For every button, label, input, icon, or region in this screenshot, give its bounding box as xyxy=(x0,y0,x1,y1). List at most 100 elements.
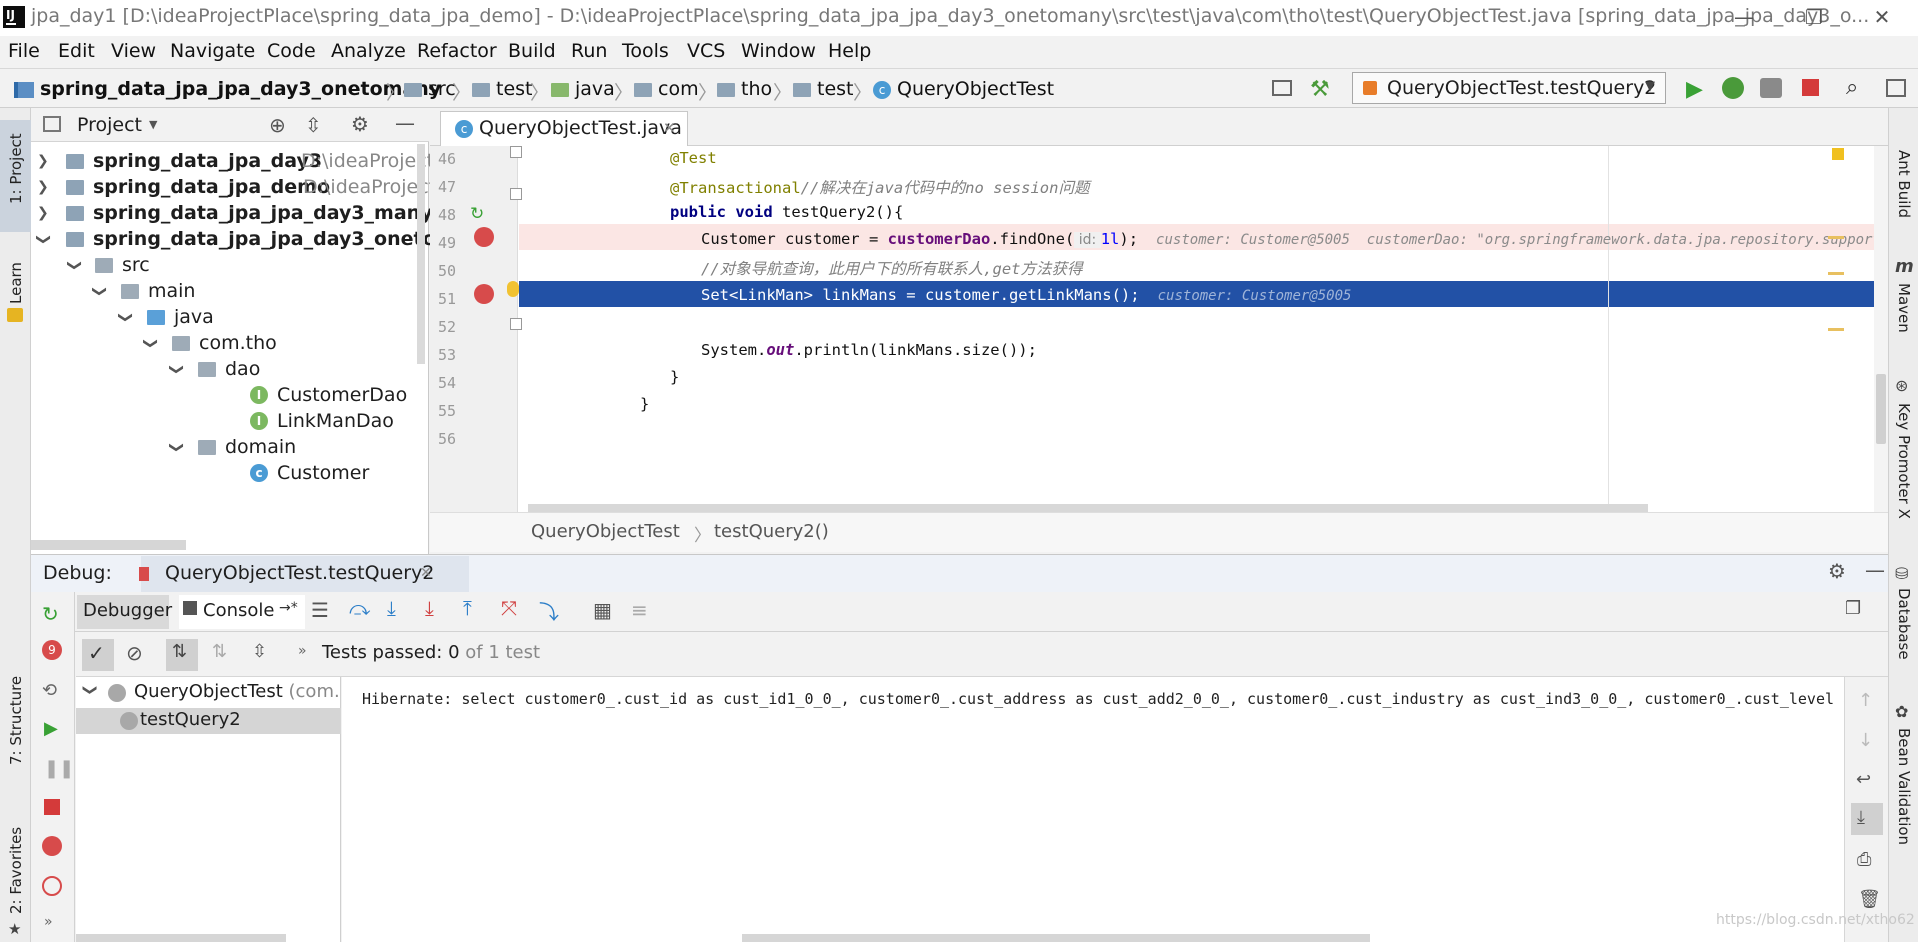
step-into-icon[interactable]: ⤓ xyxy=(387,596,396,620)
vertical-scrollbar[interactable] xyxy=(417,144,425,364)
crumb-tho[interactable]: tho xyxy=(717,78,772,100)
fold-icon[interactable] xyxy=(510,318,522,330)
crumb-class[interactable]: c QueryObjectTest xyxy=(873,78,1054,100)
crumb-com[interactable]: com xyxy=(634,78,699,100)
drop-frame-icon[interactable]: ⤧ xyxy=(501,596,517,620)
restore-button[interactable]: ❐ xyxy=(1784,2,1844,32)
error-stripe-marker[interactable] xyxy=(1828,272,1844,275)
toggle-auto-test-icon[interactable]: ⟲ xyxy=(42,680,57,701)
tab-bean-validation[interactable]: Bean Validation xyxy=(1895,728,1913,845)
trash-icon[interactable]: 🗑 xyxy=(1858,889,1881,910)
coverage-icon[interactable] xyxy=(1760,78,1782,98)
tab-maven[interactable]: Maven xyxy=(1895,283,1913,333)
vertical-scrollbar-thumb[interactable] xyxy=(1876,374,1886,444)
view-breakpoints-icon[interactable] xyxy=(42,836,62,856)
tab-queryobjecttest[interactable]: c QueryObjectTest.java ✕ xyxy=(440,111,688,146)
test-tree-item-testquery2[interactable]: testQuery2 xyxy=(76,708,341,734)
test-tree-root[interactable]: ❯ QueryObjectTest (com. xyxy=(76,680,341,706)
rerun-icon[interactable]: ↻ xyxy=(42,602,59,626)
fold-icon[interactable] xyxy=(510,188,522,200)
tab-structure[interactable]: 7: Structure xyxy=(7,676,25,765)
more-icon[interactable]: » xyxy=(44,914,53,930)
scroll-to-end-icon[interactable]: ⤓ xyxy=(1857,807,1865,828)
project-panel-title[interactable]: Project xyxy=(77,114,142,136)
locate-icon[interactable]: ⊕ xyxy=(269,113,286,137)
code-editor[interactable]: 46 47 48 49 50 51 52 53 54 55 56 ↻ @Test… xyxy=(430,146,1918,512)
rerun-failed-icon[interactable]: 9 xyxy=(42,640,62,660)
tab-console[interactable]: Console xyxy=(203,600,274,621)
show-passed-icon[interactable]: ✓ xyxy=(88,641,105,665)
hide-icon[interactable]: — xyxy=(395,111,415,135)
menu-view[interactable]: View xyxy=(111,40,156,62)
tab-debugger[interactable]: Debugger xyxy=(83,600,172,621)
crumb-java[interactable]: java xyxy=(551,78,615,100)
breadcrumb-method[interactable]: testQuery2() xyxy=(714,521,829,542)
fold-icon[interactable] xyxy=(510,146,522,158)
menu-file[interactable]: File xyxy=(8,40,40,62)
overflow-icon[interactable]: » xyxy=(298,643,307,659)
crumb-module[interactable]: spring_data_jpa_jpa_day3_onetomany xyxy=(14,78,441,100)
show-ignored-icon[interactable]: ⊘ xyxy=(126,641,143,665)
tab-key-promoter[interactable]: Key Promoter X xyxy=(1895,403,1913,519)
error-stripe-marker[interactable] xyxy=(1828,236,1844,239)
tab-learn[interactable]: Learn xyxy=(7,262,25,304)
evaluate-expression-icon[interactable]: ▦ xyxy=(593,598,612,622)
debug-icon[interactable] xyxy=(1722,77,1744,99)
collapse-all-icon[interactable]: ⇳ xyxy=(305,113,322,137)
restore-layout-icon[interactable]: ❐ xyxy=(1845,598,1861,619)
menu-analyze[interactable]: Analyze xyxy=(331,40,406,62)
stop-icon[interactable] xyxy=(1802,79,1819,96)
run-gutter-icon[interactable]: ↻ xyxy=(470,204,484,224)
print-icon[interactable]: ⎙ xyxy=(1857,849,1871,870)
menu-code[interactable]: Code xyxy=(267,40,316,62)
up-arrow-icon[interactable]: ↑ xyxy=(1858,690,1873,711)
menu-edit[interactable]: Edit xyxy=(58,40,95,62)
menu-navigate[interactable]: Navigate xyxy=(170,40,255,62)
mute-breakpoints-icon[interactable] xyxy=(42,876,62,896)
breakpoint-icon[interactable] xyxy=(474,227,494,247)
close-button[interactable]: ✕ xyxy=(1852,2,1912,32)
down-arrow-icon[interactable]: ↓ xyxy=(1858,730,1873,751)
console-output[interactable]: Hibernate: select customer0_.cust_id as … xyxy=(342,677,1852,942)
crumb-test[interactable]: test xyxy=(472,78,533,100)
error-stripe-marker[interactable] xyxy=(1828,328,1844,331)
sort-duration-icon[interactable]: ⇅ xyxy=(212,641,227,662)
chevron-down-icon[interactable]: ▼ xyxy=(149,118,157,131)
warning-marker[interactable] xyxy=(1832,148,1844,160)
soft-wrap-icon[interactable]: ↩ xyxy=(1856,769,1871,790)
horizontal-scrollbar[interactable] xyxy=(76,934,286,942)
tab-database[interactable]: Database xyxy=(1895,588,1913,660)
build-hammer-icon[interactable]: ⚒ xyxy=(1310,77,1330,102)
menu-tools[interactable]: Tools xyxy=(622,40,669,62)
menu-run[interactable]: Run xyxy=(571,40,607,62)
run-configuration-select[interactable]: QueryObjectTest.testQuery2 ▼ xyxy=(1352,72,1666,104)
hide-icon[interactable]: — xyxy=(1865,558,1885,582)
search-icon[interactable]: ⌕ xyxy=(1846,75,1858,100)
breakpoint-icon[interactable] xyxy=(474,284,494,304)
step-over-icon[interactable]: ⤼ xyxy=(349,596,370,620)
breadcrumb-class[interactable]: QueryObjectTest xyxy=(531,521,680,542)
expand-all-icon[interactable]: ⇳ xyxy=(252,641,267,662)
menu-build[interactable]: Build xyxy=(508,40,556,62)
gear-icon[interactable]: ⚙ xyxy=(1828,559,1846,583)
tab-favorites[interactable]: 2: Favorites xyxy=(7,827,25,914)
gear-icon[interactable]: ⚙ xyxy=(351,112,369,136)
pause-icon[interactable]: ❚❚ xyxy=(44,758,74,779)
close-tab-icon[interactable]: ✕ xyxy=(663,119,676,137)
run-icon[interactable]: ▶ xyxy=(1686,77,1703,102)
horizontal-scrollbar[interactable] xyxy=(31,540,186,550)
project-structure-icon[interactable] xyxy=(1886,79,1906,97)
crumb-test-package[interactable]: test xyxy=(793,78,854,100)
layout-icon[interactable] xyxy=(1272,80,1292,96)
minimize-button[interactable]: — xyxy=(1714,2,1774,32)
tab-ant-build[interactable]: Ant Build xyxy=(1895,150,1913,218)
pin-icon[interactable]: →* xyxy=(279,600,298,616)
menu-refactor[interactable]: Refactor xyxy=(417,40,497,62)
trace-icon[interactable]: ≡ xyxy=(631,598,648,622)
sort-alpha-icon[interactable]: ⇅ xyxy=(172,641,187,662)
horizontal-scrollbar[interactable] xyxy=(742,934,1370,942)
menu-help[interactable]: Help xyxy=(828,40,871,62)
force-step-into-icon[interactable]: ⤓ xyxy=(425,596,434,620)
step-out-icon[interactable]: ⤒ xyxy=(463,596,472,620)
menu-vcs[interactable]: VCS xyxy=(687,40,725,62)
